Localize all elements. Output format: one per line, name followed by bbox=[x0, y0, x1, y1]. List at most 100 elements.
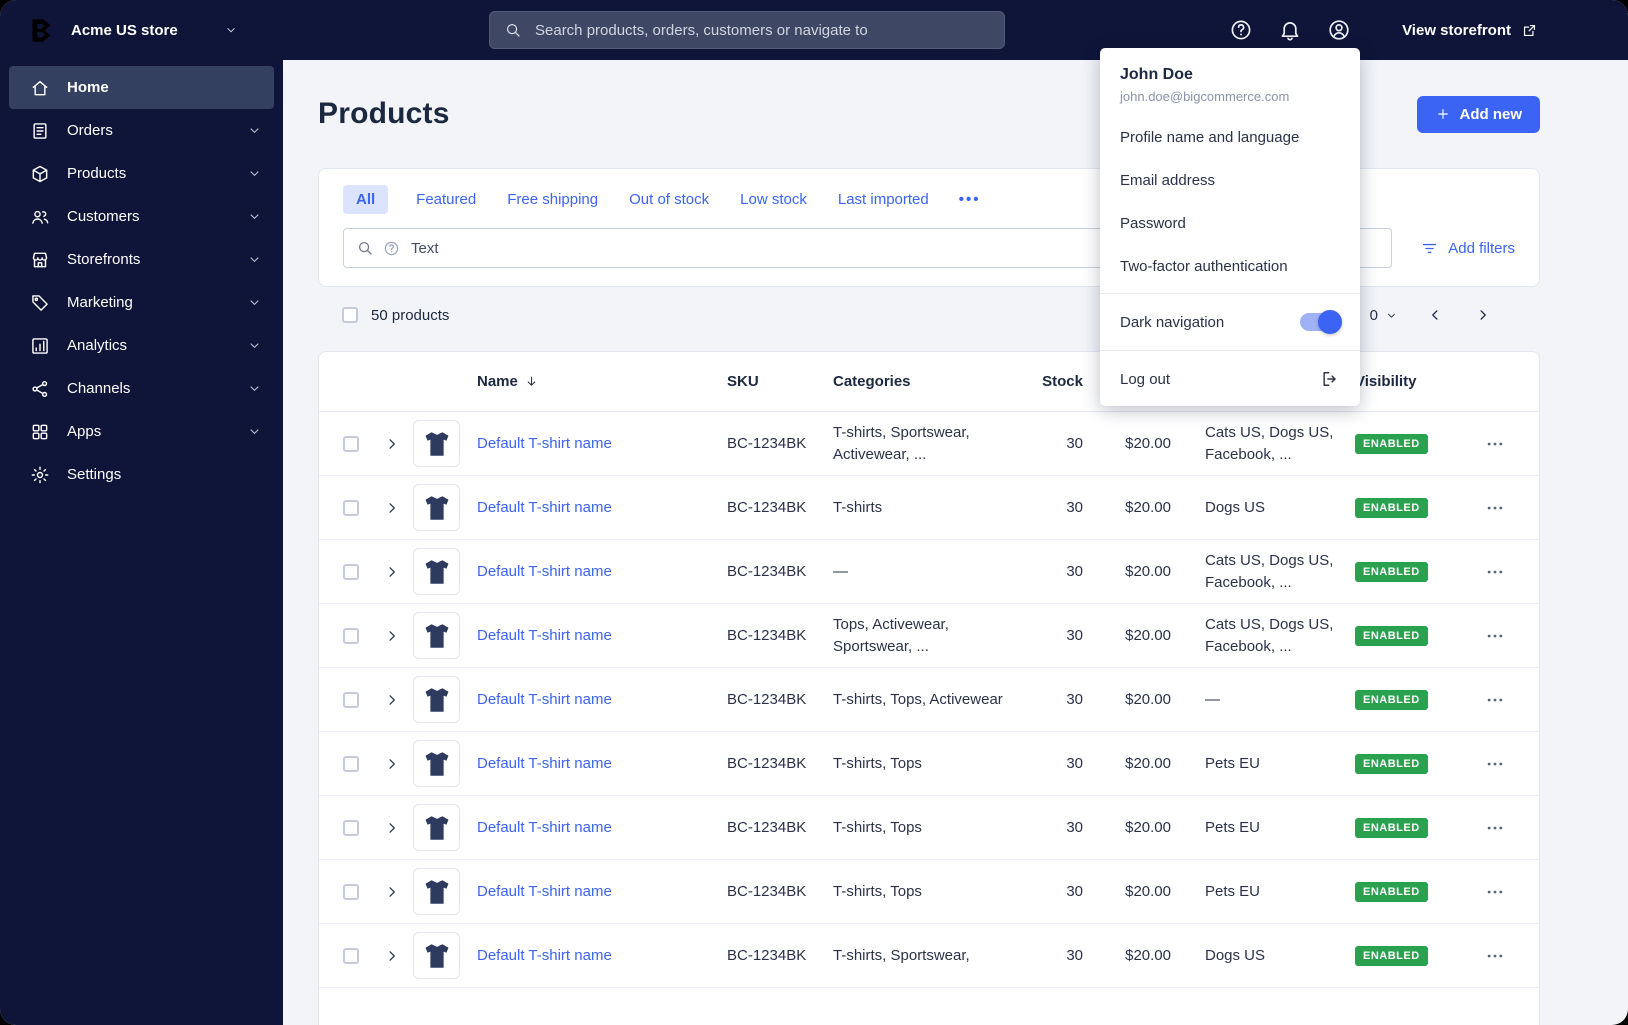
divider bbox=[1100, 350, 1360, 351]
chevron-down-icon bbox=[247, 295, 262, 310]
sidebar-item-settings[interactable]: Settings bbox=[9, 453, 274, 496]
row-actions-button[interactable] bbox=[1485, 816, 1509, 840]
product-name-link[interactable]: Default T-shirt name bbox=[477, 883, 727, 900]
sidebar-item-analytics[interactable]: Analytics bbox=[9, 324, 274, 367]
enabled-badge: ENABLED bbox=[1355, 817, 1428, 838]
filter-tab-last-imported[interactable]: Last imported bbox=[835, 185, 932, 214]
select-all-checkbox[interactable] bbox=[342, 307, 358, 323]
row-actions-button[interactable] bbox=[1485, 688, 1509, 712]
sidebar-item-channels[interactable]: Channels bbox=[9, 367, 274, 410]
dark-navigation-row[interactable]: Dark navigation bbox=[1100, 299, 1360, 345]
product-visibility: ENABLED bbox=[1355, 689, 1455, 710]
product-name-link[interactable]: Default T-shirt name bbox=[477, 819, 727, 836]
add-new-button[interactable]: Add new bbox=[1416, 95, 1540, 133]
row-expand-button[interactable] bbox=[383, 755, 401, 773]
product-name-link[interactable]: Default T-shirt name bbox=[477, 691, 727, 708]
row-expand-button[interactable] bbox=[383, 435, 401, 453]
bell-icon bbox=[1278, 18, 1302, 42]
row-actions-button[interactable] bbox=[1485, 560, 1509, 584]
row-expand-button[interactable] bbox=[383, 819, 401, 837]
search-icon bbox=[504, 21, 522, 39]
sidebar-item-icon bbox=[30, 422, 50, 442]
column-header-categories[interactable]: Categories bbox=[833, 373, 1029, 390]
sidebar-item-icon bbox=[30, 121, 50, 141]
sidebar: Home Orders Products Customers Storefron… bbox=[0, 60, 283, 1025]
view-storefront-link[interactable]: View storefront bbox=[1402, 22, 1538, 39]
enabled-badge: ENABLED bbox=[1355, 433, 1428, 454]
row-checkbox[interactable] bbox=[343, 755, 359, 772]
store-switcher[interactable]: Acme US store bbox=[71, 22, 238, 39]
row-expand-button[interactable] bbox=[383, 627, 401, 645]
product-price: $20.00 bbox=[1125, 755, 1171, 772]
logout-menu-item[interactable]: Log out bbox=[1100, 356, 1360, 402]
filter-tabs-more-button[interactable]: ••• bbox=[957, 191, 983, 208]
profile-menu-item-email-address[interactable]: Email address bbox=[1100, 159, 1360, 202]
filter-tab-out-of-stock[interactable]: Out of stock bbox=[626, 185, 712, 214]
profile-menu-item-password[interactable]: Password bbox=[1100, 202, 1360, 245]
sidebar-item-marketing[interactable]: Marketing bbox=[9, 281, 274, 324]
row-expand-button[interactable] bbox=[383, 691, 401, 709]
row-checkbox[interactable] bbox=[343, 819, 359, 836]
row-checkbox[interactable] bbox=[343, 435, 359, 452]
sidebar-item-customers[interactable]: Customers bbox=[9, 195, 274, 238]
product-name-link[interactable]: Default T-shirt name bbox=[477, 499, 727, 516]
column-header-visibility[interactable]: Visibility bbox=[1355, 373, 1455, 390]
row-checkbox[interactable] bbox=[343, 883, 359, 900]
row-checkbox[interactable] bbox=[343, 499, 359, 516]
column-header-stock[interactable]: Stock bbox=[1042, 373, 1087, 390]
product-name-link[interactable]: Default T-shirt name bbox=[477, 947, 727, 964]
filter-tab-free-shipping[interactable]: Free shipping bbox=[504, 185, 601, 214]
topbar: Acme US store View storefront bbox=[0, 0, 1628, 60]
help-circle-icon bbox=[383, 240, 400, 257]
sidebar-item-products[interactable]: Products bbox=[9, 152, 274, 195]
notifications-button[interactable] bbox=[1278, 18, 1303, 43]
row-expand-button[interactable] bbox=[383, 947, 401, 965]
next-page-button[interactable] bbox=[1474, 305, 1494, 325]
row-expand-button[interactable] bbox=[383, 499, 401, 517]
row-actions-button[interactable] bbox=[1485, 496, 1509, 520]
sidebar-item-apps[interactable]: Apps bbox=[9, 410, 274, 453]
row-checkbox[interactable] bbox=[343, 947, 359, 964]
help-button[interactable] bbox=[1229, 18, 1254, 43]
row-expand-button[interactable] bbox=[383, 563, 401, 581]
row-checkbox[interactable] bbox=[343, 627, 359, 644]
global-search[interactable] bbox=[489, 11, 1005, 49]
filter-tab-featured[interactable]: Featured bbox=[413, 185, 479, 214]
column-header-name[interactable]: Name bbox=[477, 373, 727, 390]
filter-tab-all[interactable]: All bbox=[343, 185, 389, 214]
view-storefront-label: View storefront bbox=[1402, 21, 1511, 39]
product-visibility: ENABLED bbox=[1355, 625, 1455, 646]
product-price: $20.00 bbox=[1125, 819, 1171, 836]
profile-menu-header: John Doe john.doe@bigcommerce.com bbox=[1100, 50, 1360, 116]
profile-menu-item-profile-name-and-language[interactable]: Profile name and language bbox=[1100, 116, 1360, 159]
product-name-link[interactable]: Default T-shirt name bbox=[477, 435, 727, 452]
global-search-input[interactable] bbox=[533, 20, 990, 40]
row-actions-button[interactable] bbox=[1485, 880, 1509, 904]
account-button[interactable] bbox=[1327, 18, 1352, 43]
product-name-link[interactable]: Default T-shirt name bbox=[477, 627, 727, 644]
table-row: Default T-shirt name BC-1234BK T-shirts,… bbox=[319, 732, 1539, 796]
product-name-link[interactable]: Default T-shirt name bbox=[477, 755, 727, 772]
per-page-select[interactable]: 0 bbox=[1370, 307, 1398, 324]
column-header-sku[interactable]: SKU bbox=[727, 373, 833, 390]
filter-tab-low-stock[interactable]: Low stock bbox=[737, 185, 810, 214]
row-checkbox[interactable] bbox=[343, 691, 359, 708]
row-actions-button[interactable] bbox=[1485, 624, 1509, 648]
dark-navigation-toggle[interactable] bbox=[1300, 310, 1342, 334]
sidebar-item-orders[interactable]: Orders bbox=[9, 109, 274, 152]
sidebar-item-storefronts[interactable]: Storefronts bbox=[9, 238, 274, 281]
profile-menu-item-two-factor-authentication[interactable]: Two-factor authentication bbox=[1100, 245, 1360, 288]
row-checkbox[interactable] bbox=[343, 563, 359, 580]
table-row: Default T-shirt name BC-1234BK — 30 $20.… bbox=[319, 540, 1539, 604]
row-expand-button[interactable] bbox=[383, 883, 401, 901]
add-filters-button[interactable]: Add filters bbox=[1420, 239, 1515, 258]
row-actions-button[interactable] bbox=[1485, 432, 1509, 456]
product-thumbnail bbox=[413, 740, 460, 787]
row-actions-button[interactable] bbox=[1485, 944, 1509, 968]
row-actions-button[interactable] bbox=[1485, 752, 1509, 776]
product-name-link[interactable]: Default T-shirt name bbox=[477, 563, 727, 580]
sidebar-item-home[interactable]: Home bbox=[9, 66, 274, 109]
product-stock: 30 bbox=[1066, 691, 1083, 708]
tshirt-icon bbox=[422, 941, 452, 971]
prev-page-button[interactable] bbox=[1426, 305, 1446, 325]
